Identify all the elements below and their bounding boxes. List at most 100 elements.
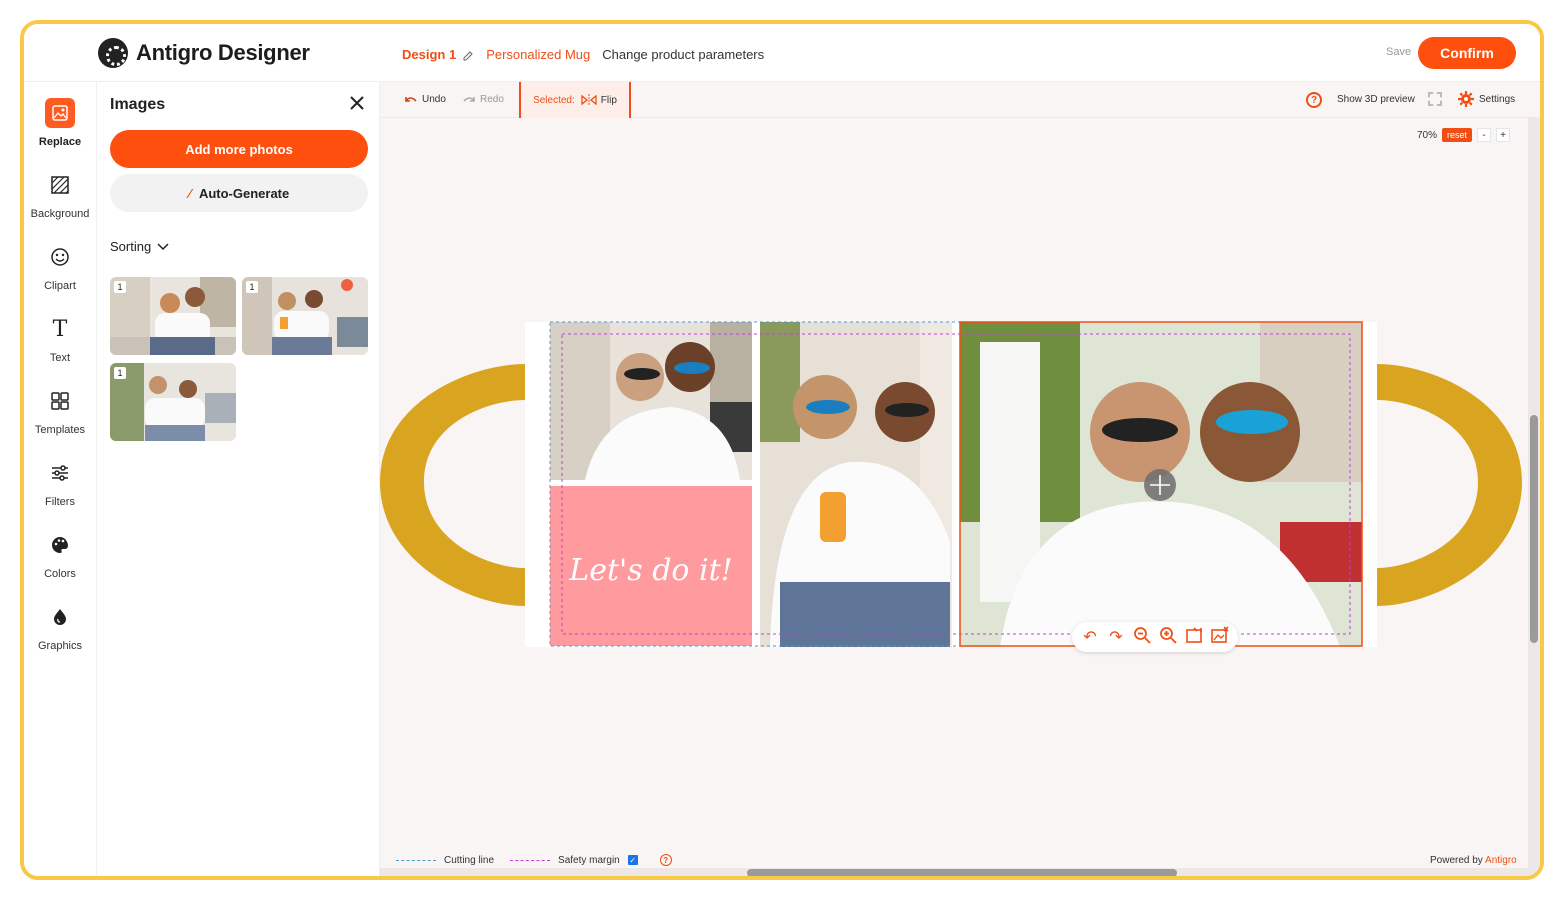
photo-image <box>110 363 236 441</box>
redo-button[interactable]: Redo <box>463 94 504 105</box>
undo-button[interactable]: Undo <box>405 94 446 105</box>
edit-icon[interactable] <box>462 49 474 61</box>
photo-thumbnail[interactable]: 1 <box>110 363 236 441</box>
sliders-icon <box>45 458 75 488</box>
rail-label: Background <box>30 208 90 220</box>
redo-icon <box>463 96 475 102</box>
gear-icon[interactable] <box>1458 91 1474 112</box>
change-params-link[interactable]: Change product parameters <box>602 47 764 62</box>
rail-item-text[interactable]: T Text <box>24 314 96 374</box>
confirm-button[interactable]: Confirm <box>1418 37 1516 69</box>
pattern-icon <box>45 170 75 200</box>
powered-by: Powered by Antigro <box>1430 855 1517 866</box>
rail-item-replace[interactable]: Replace <box>24 98 96 158</box>
design-workspace: Undo Redo Selected: Flip ? Show 3D previ… <box>380 82 1540 876</box>
mug-handle-right <box>1377 364 1522 606</box>
powered-by-label: Powered by <box>1430 855 1483 866</box>
scrollbar-thumb[interactable] <box>747 869 1177 876</box>
zoom-out-button[interactable]: - <box>1477 128 1492 142</box>
selected-label: Selected: <box>533 94 575 106</box>
rail-item-templates[interactable]: Templates <box>24 386 96 446</box>
help-icon[interactable]: ? <box>1306 92 1322 108</box>
usage-count: 1 <box>114 367 126 379</box>
flip-icon <box>581 94 597 106</box>
undo-label: Undo <box>422 94 446 105</box>
rail-item-background[interactable]: Background <box>24 170 96 230</box>
app-window: Antigro Designer Design 1 Personalized M… <box>20 20 1544 880</box>
help-icon[interactable]: ? <box>659 854 672 866</box>
photo-slot-2 <box>760 322 952 647</box>
images-panel: Images Add more photos ⁄ Auto-Generate S… <box>96 82 380 876</box>
photo-thumbnail[interactable]: 1 <box>110 277 236 355</box>
palette-icon <box>45 530 75 560</box>
selected-tools: Selected: Flip <box>519 82 631 118</box>
remove-image-icon[interactable] <box>1210 625 1230 649</box>
brand-link[interactable]: Antigro <box>1485 855 1517 866</box>
header: Antigro Designer Design 1 Personalized M… <box>24 24 1540 82</box>
scrollbar-thumb[interactable] <box>1530 415 1538 643</box>
sorting-label: Sorting <box>110 239 152 254</box>
mug-canvas[interactable]: Let's do it! <box>380 282 1528 702</box>
flip-label: Flip <box>600 94 617 106</box>
image-replace-icon <box>45 98 75 128</box>
text-overlay: Let's do it! <box>568 553 732 588</box>
rail-label: Graphics <box>37 640 83 652</box>
fullscreen-icon[interactable] <box>1428 92 1442 106</box>
rail-item-colors[interactable]: Colors <box>24 530 96 590</box>
rail-label: Filters <box>45 496 75 508</box>
close-icon[interactable] <box>349 94 365 114</box>
add-photos-button[interactable]: Add more photos <box>110 130 368 168</box>
rail-label: Templates <box>34 424 86 436</box>
design-name-label: Design 1 <box>402 47 457 62</box>
flip-button[interactable]: Flip <box>581 94 617 106</box>
chevron-down-icon <box>157 242 169 250</box>
settings-button[interactable]: Settings <box>1479 94 1515 105</box>
undo-icon <box>405 96 417 102</box>
auto-generate-label: Auto-Generate <box>198 185 290 201</box>
app-title: Antigro Designer <box>136 40 310 65</box>
tool-rail: Replace Background Clipart T Text Templa… <box>24 82 96 876</box>
image-tools: ↶ ↷ <box>1072 622 1238 652</box>
rail-item-clipart[interactable]: Clipart <box>24 242 96 302</box>
photo-slot-1 <box>550 322 752 480</box>
cutting-line-swatch <box>396 859 436 861</box>
vertical-scrollbar[interactable] <box>1528 118 1540 876</box>
cutting-line-label: Cutting line <box>444 854 495 866</box>
rotate-left-icon[interactable]: ↶ <box>1080 627 1100 647</box>
zoom-out-icon[interactable] <box>1132 626 1152 649</box>
zoom-in-button[interactable]: + <box>1496 128 1511 142</box>
safety-margin-label: Safety margin <box>558 854 620 866</box>
mug-handle-left <box>380 364 525 606</box>
photo-image <box>110 277 236 355</box>
rail-item-filters[interactable]: Filters <box>24 458 96 518</box>
rail-label: Replace <box>38 136 82 148</box>
rail-item-graphics[interactable]: Graphics <box>24 602 96 662</box>
usage-count: 1 <box>246 281 258 293</box>
design-name[interactable]: Design 1 <box>402 47 474 62</box>
zoom-controls: 70% reset - + <box>1417 128 1511 142</box>
fit-image-icon[interactable] <box>1184 626 1204 649</box>
panel-title: Images <box>110 96 166 113</box>
safety-margin-swatch <box>510 859 551 861</box>
product-breadcrumb: Design 1 Personalized Mug Change product… <box>402 47 764 62</box>
canvas-toolbar: Undo Redo Selected: Flip ? Show 3D previ… <box>380 82 1540 118</box>
zoom-in-icon[interactable] <box>1158 626 1178 649</box>
horizontal-scrollbar[interactable] <box>380 868 1528 876</box>
auto-generate-button[interactable]: ⁄ Auto-Generate <box>110 174 368 212</box>
show-3d-preview-button[interactable]: Show 3D preview <box>1337 94 1415 105</box>
photo-image <box>242 277 368 355</box>
rail-label: Text <box>49 352 71 364</box>
photo-thumbnail[interactable]: 1 <box>242 277 368 355</box>
safety-margin-checkbox[interactable]: ✓ <box>627 855 638 865</box>
product-name[interactable]: Personalized Mug <box>486 47 590 62</box>
rail-label: Colors <box>44 568 76 580</box>
rail-label: Clipart <box>44 280 76 292</box>
zoom-level: 70% <box>1417 129 1438 141</box>
zoom-reset-button[interactable]: reset <box>1442 128 1473 142</box>
magic-wand-icon: ⁄ <box>188 185 191 201</box>
sorting-dropdown[interactable]: Sorting <box>110 239 169 254</box>
logo-icon <box>98 38 128 68</box>
logo[interactable]: Antigro Designer <box>98 38 310 68</box>
rotate-right-icon[interactable]: ↷ <box>1106 627 1126 647</box>
save-button[interactable]: Save <box>1386 46 1411 58</box>
